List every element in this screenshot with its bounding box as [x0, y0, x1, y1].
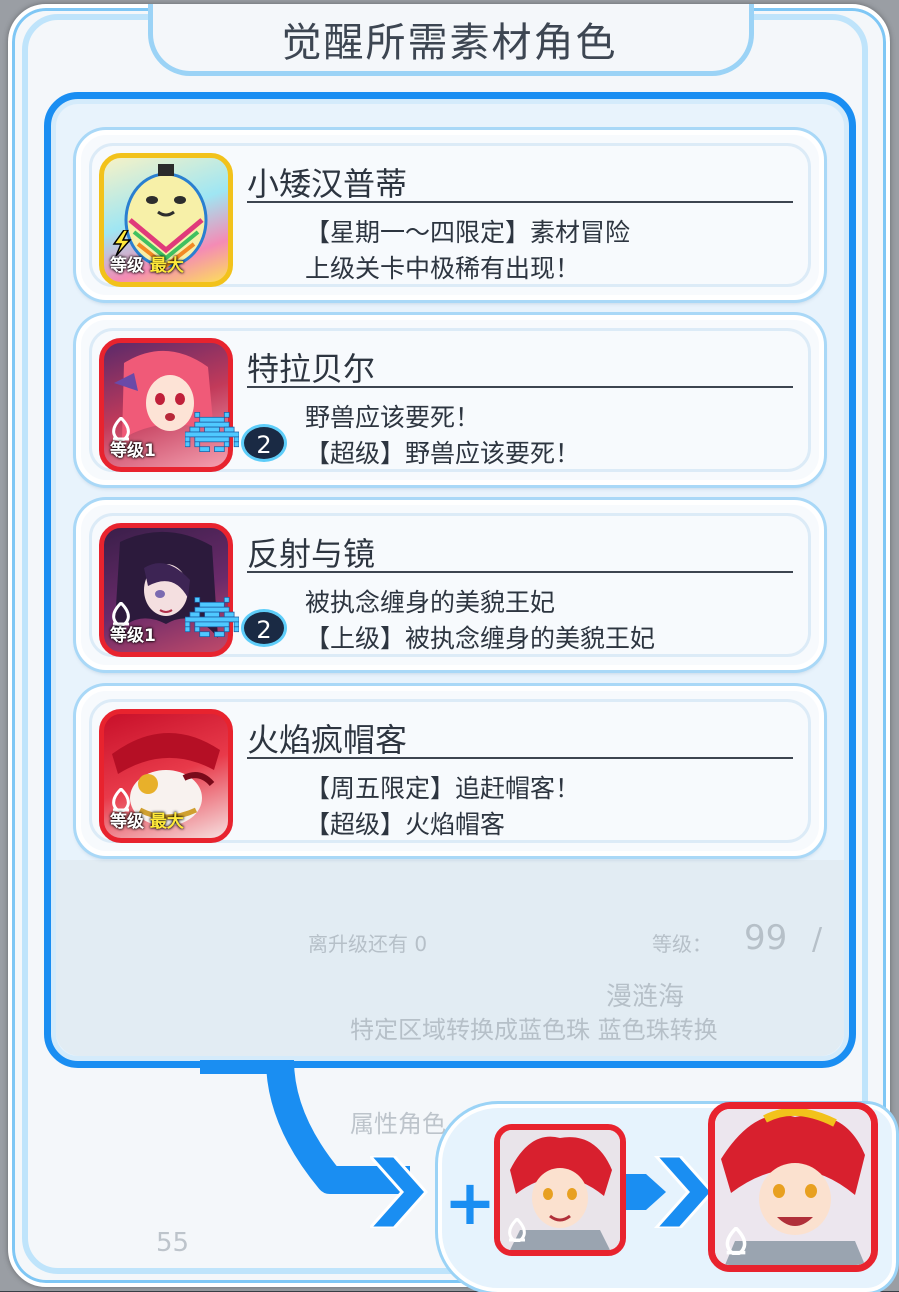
material-name: 火焰疯帽客 [247, 721, 408, 759]
hatter-portrait[interactable]: 等级 最大 [99, 709, 233, 843]
material-source-line2: 【超级】野兽应该要死！ [305, 439, 581, 468]
bg-level-label: 等级： [652, 932, 712, 956]
fire-element-icon [725, 1227, 747, 1255]
material-source-line1: 【星期一～四限定】素材冒险 [305, 218, 631, 247]
material-card[interactable]: 等级 最大 小矮汉普蒂 【星期一～四限定】素材冒险 上级关卡中极稀有出现！ [76, 130, 824, 300]
material-source-line1: 【周五限定】追赶帽客！ [305, 774, 581, 803]
count-badge: 2 [241, 424, 287, 462]
bg-skill-name: 漫涟海 [606, 982, 685, 1012]
material-name: 小矮汉普蒂 [247, 165, 408, 203]
material-source-line1: 野兽应该要死！ [305, 403, 481, 432]
bg-level-value: 99 [744, 918, 788, 958]
level-badge: 等级1 [110, 441, 156, 461]
level-badge: 等级 最大 [110, 812, 184, 832]
awakened-unit-portrait[interactable] [708, 1102, 878, 1272]
divider [247, 201, 793, 203]
divider [247, 571, 793, 573]
material-name: 特拉贝尔 [247, 350, 376, 388]
divider [247, 386, 793, 388]
base-unit-portrait[interactable] [494, 1124, 626, 1256]
plus-icon: + [444, 1166, 496, 1239]
material-source-line2: 上级关卡中极稀有出现！ [305, 254, 581, 283]
material-card[interactable]: 等级1 2 反射与镜 被执念缠身的美貌王妃 【上级】被执念缠身的美貌王妃 [76, 500, 824, 670]
count-badge: 2 [241, 609, 287, 647]
material-name: 反射与镜 [247, 535, 376, 573]
invader-icon [185, 597, 239, 637]
level-badge: 等级 最大 [110, 256, 184, 276]
fire-element-icon [508, 1218, 526, 1242]
invader-icon [185, 412, 239, 452]
divider [247, 757, 793, 759]
bg-level-sep: / [812, 922, 823, 957]
material-source-line1: 被执念缠身的美貌王妃 [305, 588, 556, 617]
material-card[interactable]: 等级 最大 火焰疯帽客 【周五限定】追赶帽客！ 【超级】火焰帽客 [76, 686, 824, 856]
material-card[interactable]: 等级1 2 特拉贝尔 野兽应该要死！ 【超级】野兽应该要死！ [76, 315, 824, 485]
humpty-portrait[interactable]: 等级 最大 [99, 153, 233, 287]
level-badge: 等级1 [110, 626, 156, 646]
panel-title: 觉醒所需素材角色 [281, 20, 618, 66]
bg-skill-desc: 特定区域转换成蓝色珠 蓝色珠转换 [350, 1016, 718, 1044]
material-source-line2: 【超级】火焰帽客 [305, 810, 506, 839]
chevron-right-icon [370, 1156, 429, 1228]
material-source-line2: 【上级】被执念缠身的美貌王妃 [305, 624, 656, 653]
bg-exp-text: 离升级还有 0 [308, 932, 428, 956]
